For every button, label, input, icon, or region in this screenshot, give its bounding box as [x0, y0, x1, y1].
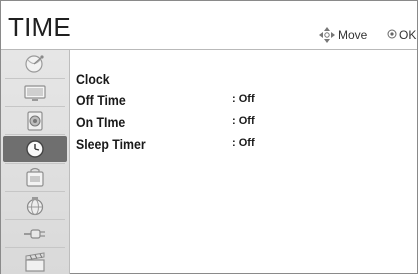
tv-screen-icon	[24, 84, 46, 101]
menu-item-label: Off Time	[76, 92, 126, 108]
header-bar: TIME Move OK	[1, 1, 417, 50]
menu-item-on-time[interactable]: On TIme : Off	[76, 114, 396, 132]
time-settings-window: TIME Move OK Clock Off Time: Off On TIm…	[0, 0, 418, 274]
menu-item-label: On TIme	[76, 114, 126, 130]
sidebar-item-picture[interactable]	[1, 79, 69, 106]
sidebar-item-channel[interactable]	[1, 51, 69, 78]
satellite-dish-icon	[25, 54, 44, 73]
globe-icon	[26, 196, 44, 215]
clock-icon	[26, 140, 44, 158]
sidebar-item-audio[interactable]	[1, 107, 69, 134]
menu-item-sleep-timer[interactable]: Sleep Timer : Off	[76, 136, 396, 154]
speaker-icon	[27, 110, 43, 131]
sidebar-item-lock[interactable]	[1, 164, 69, 191]
time-menu-list: Clock Off Time : Off On TIme : Off Sleep…	[70, 50, 416, 274]
menu-item-label: Clock	[76, 71, 110, 87]
page-title: TIME	[8, 12, 71, 42]
sidebar-item-time[interactable]	[3, 136, 67, 162]
menu-item-value: : Off	[232, 93, 255, 105]
plug-cable-icon	[24, 228, 45, 239]
ok-hint-label: OK	[399, 28, 417, 42]
sidebar-item-input[interactable]	[1, 220, 69, 247]
ok-button-icon	[387, 29, 397, 39]
clapperboard-icon	[25, 251, 45, 272]
sidebar-item-media[interactable]	[1, 248, 69, 275]
sidebar-item-option[interactable]	[1, 192, 69, 219]
move-arrows-icon	[319, 27, 335, 43]
settings-category-sidebar	[1, 50, 70, 274]
move-hint-label: Move	[338, 28, 368, 42]
menu-item-label: Sleep Timer	[76, 136, 146, 152]
menu-item-value: : Off	[232, 115, 255, 127]
menu-item-clock[interactable]: Clock	[76, 71, 396, 89]
menu-item-off-time[interactable]: Off Time : Off	[76, 92, 396, 110]
menu-item-value: : Off	[232, 137, 255, 149]
lock-icon	[26, 167, 44, 187]
